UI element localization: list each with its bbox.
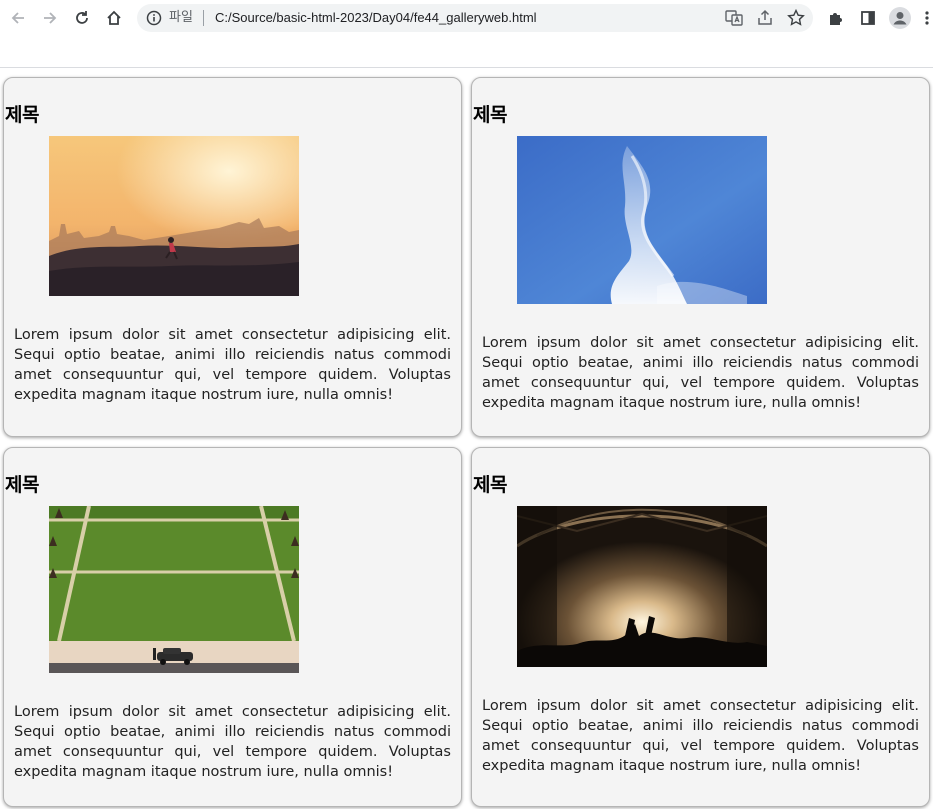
gallery-grid: 제목 Lorem ipsum dolor sit amet consectetu… [0, 70, 933, 809]
card-title: 제목 [5, 104, 39, 126]
share-icon[interactable] [755, 8, 775, 28]
kebab-menu-icon [924, 11, 929, 25]
reload-icon [76, 11, 88, 24]
gallery-card: 제목 Lorem ipsum dolor sit amet consectetu… [3, 447, 462, 807]
card-image [517, 506, 767, 667]
browser-toolbar: 파일 C:/Source/basic-html-2023/Day04/fe44_… [0, 0, 933, 36]
gallery-card: 제목 Lorem ipsum dolor sit amet consectetu… [471, 447, 930, 807]
arrow-left-icon [11, 12, 24, 24]
side-panel-button[interactable] [856, 6, 880, 30]
puzzle-icon [830, 13, 842, 25]
profile-icon [889, 7, 911, 29]
star-icon[interactable] [786, 8, 806, 28]
card-text: Lorem ipsum dolor sit amet consectetur a… [14, 704, 451, 780]
scheme-label: 파일 [169, 10, 193, 25]
forward-button[interactable] [38, 6, 62, 30]
gallery-card: 제목 Lorem ipsum dolor sit amet consectetu… [3, 77, 462, 437]
concert-stage-lights-image [517, 506, 767, 667]
card-image [517, 136, 767, 304]
arrow-right-icon [44, 12, 57, 24]
blue-sky-cloud-image [517, 136, 767, 304]
sunset-city-runner-image [49, 136, 299, 296]
menu-button[interactable] [920, 6, 933, 30]
extensions-button[interactable] [824, 6, 848, 30]
home-button[interactable] [102, 6, 126, 30]
card-title: 제목 [473, 104, 507, 126]
green-lawn-car-image [49, 506, 299, 673]
url-text[interactable]: C:/Source/basic-html-2023/Day04/fe44_gal… [215, 9, 537, 27]
home-icon [107, 10, 121, 25]
profile-button[interactable] [888, 6, 912, 30]
card-text: Lorem ipsum dolor sit amet consectetur a… [482, 698, 919, 774]
card-image [49, 136, 299, 296]
card-image [49, 506, 299, 673]
back-button[interactable] [6, 6, 30, 30]
reload-button[interactable] [70, 6, 94, 30]
address-bar[interactable]: 파일 C:/Source/basic-html-2023/Day04/fe44_… [137, 4, 813, 32]
card-text: Lorem ipsum dolor sit amet consectetur a… [482, 335, 919, 411]
browser-chrome: 파일 C:/Source/basic-html-2023/Day04/fe44_… [0, 0, 933, 68]
side-panel-icon [861, 11, 875, 25]
translate-icon[interactable] [724, 8, 744, 28]
card-text: Lorem ipsum dolor sit amet consectetur a… [14, 327, 451, 403]
card-title: 제목 [5, 474, 39, 496]
info-icon[interactable] [145, 9, 163, 27]
card-title: 제목 [473, 474, 507, 496]
omnibox-separator [203, 10, 204, 26]
gallery-card: 제목 Lorem ipsum dolor sit amet consectetu… [471, 77, 930, 437]
